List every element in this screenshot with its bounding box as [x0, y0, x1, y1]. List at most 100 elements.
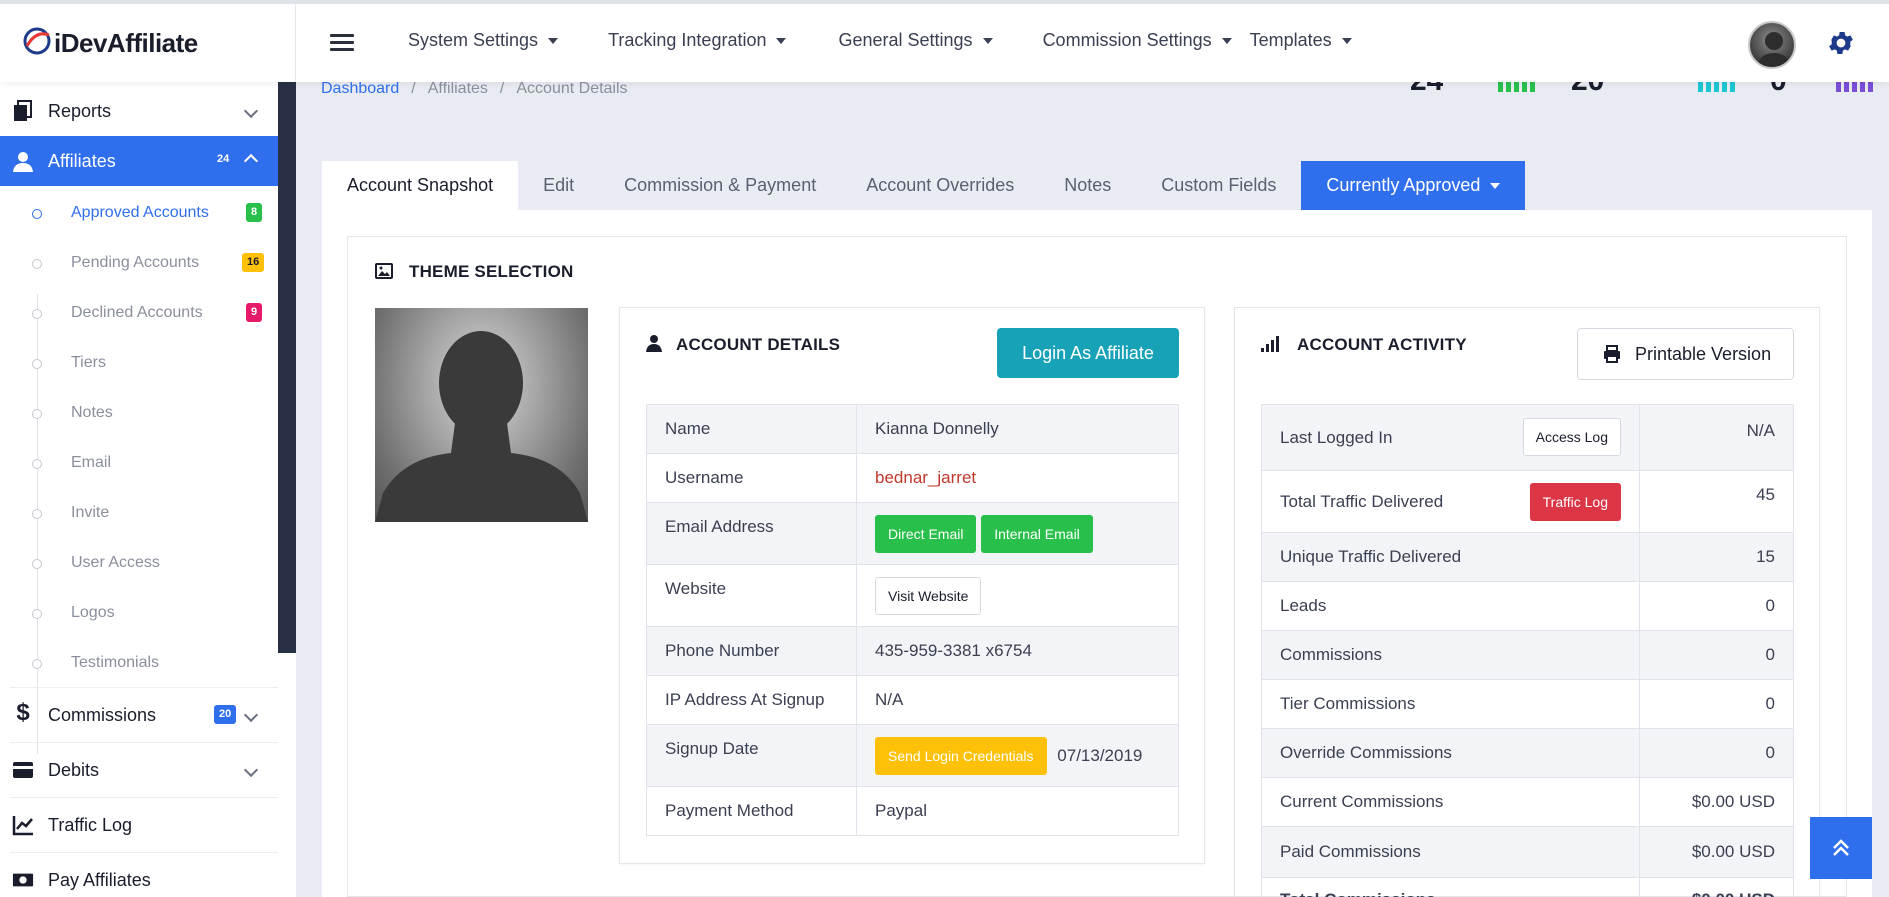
credit-card-icon	[13, 762, 33, 778]
tab-notes[interactable]: Notes	[1039, 161, 1136, 210]
traffic-log-button[interactable]: Traffic Log	[1529, 483, 1621, 521]
login-as-affiliate-button[interactable]: Login As Affiliate	[997, 328, 1179, 378]
bullet-icon	[32, 259, 42, 269]
current-commissions-label: Current Commissions	[1261, 777, 1640, 827]
sidebar-sub-label: Email	[71, 454, 112, 471]
total-traffic-label: Total Traffic Delivered	[1280, 491, 1444, 511]
gear-icon[interactable]	[1826, 28, 1856, 58]
caret-down-icon	[1490, 182, 1501, 189]
last-logged-cell: Last Logged In Access Log	[1261, 404, 1640, 471]
nav-commission-settings[interactable]: Commission Settings	[1043, 30, 1232, 51]
caret-down-icon	[982, 37, 993, 44]
visit-website-button[interactable]: Visit Website	[875, 576, 982, 615]
tab-account-snapshot[interactable]: Account Snapshot	[322, 161, 519, 210]
ip-value: N/A	[856, 675, 1179, 725]
breadcrumb-separator: /	[411, 80, 416, 97]
total-traffic-cell: Total Traffic Delivered Traffic Log	[1261, 470, 1640, 533]
sidebar-edge	[278, 82, 296, 653]
table-row: Email Address Direct Email Internal Emai…	[646, 502, 1179, 565]
caret-down-icon	[548, 37, 559, 44]
tab-commission-payment[interactable]: Commission & Payment	[599, 161, 841, 210]
line-chart-icon	[12, 816, 33, 836]
sidebar-item-label: Traffic Log	[48, 814, 133, 835]
nav-label: Tracking Integration	[608, 30, 767, 50]
sidebar-sub-label: User Access	[71, 554, 160, 571]
chevron-down-icon	[243, 762, 259, 778]
bullet-icon	[32, 309, 42, 319]
breadcrumb-affiliates[interactable]: Affiliates	[428, 80, 488, 98]
total-traffic-value: 45	[1639, 470, 1794, 533]
account-details-title: ACCOUNT DETAILS	[676, 335, 841, 354]
sidebar-item-debits[interactable]: Debits	[0, 743, 278, 797]
tab-edit[interactable]: Edit	[518, 161, 599, 210]
sidebar-sub-declined-accounts[interactable]: Declined Accounts 9	[0, 289, 278, 339]
status-label: Currently Approved	[1326, 175, 1481, 195]
scroll-to-top-button[interactable]	[1810, 817, 1872, 879]
sidebar-item-affiliates[interactable]: Affiliates 24	[0, 136, 278, 186]
status-dropdown-button[interactable]: Currently Approved	[1301, 161, 1526, 210]
sidebar-sub-invite[interactable]: Invite	[0, 489, 278, 539]
nav-label: Templates	[1249, 30, 1332, 50]
nav-templates[interactable]: Templates	[1250, 30, 1352, 51]
breadcrumb-dashboard-link[interactable]: Dashboard	[321, 80, 399, 98]
sidebar-item-commissions[interactable]: $ Commissions 20	[0, 688, 278, 742]
sidebar-sub-label: Tiers	[71, 354, 106, 371]
username-label: Username	[646, 453, 857, 503]
top-navigation: System Settings Tracking Integration Gen…	[408, 30, 1352, 51]
commissions-label: Commissions	[1261, 630, 1640, 680]
bullet-icon	[32, 609, 42, 619]
sidebar-sub-user-access[interactable]: User Access	[0, 539, 278, 589]
bullet-icon	[32, 209, 42, 219]
sidebar-sub-logos[interactable]: Logos	[0, 589, 278, 639]
user-icon	[646, 335, 662, 352]
menu-toggle-icon[interactable]	[330, 34, 354, 52]
sidebar-sub-testimonials[interactable]: Testimonials	[0, 639, 278, 689]
sidebar-sub-tiers[interactable]: Tiers	[0, 339, 278, 389]
declined-count-badge: 9	[246, 303, 263, 322]
tier-commissions-label: Tier Commissions	[1261, 679, 1640, 729]
sidebar-item-label: Pay Affiliates	[48, 869, 151, 890]
sidebar-sub-label: Approved Accounts	[71, 204, 209, 221]
leads-label: Leads	[1261, 581, 1640, 631]
nav-system-settings[interactable]: System Settings	[408, 30, 559, 51]
bullet-icon	[32, 659, 42, 669]
account-activity-table: Last Logged In Access Log N/A Total Traf…	[1261, 404, 1794, 897]
printable-version-label: Printable Version	[1635, 343, 1772, 364]
sidebar-sub-approved-accounts[interactable]: Approved Accounts 8	[0, 189, 278, 239]
payment-method-label: Payment Method	[646, 786, 857, 836]
chevron-up-icon	[243, 153, 259, 169]
table-row: Commissions 0	[1261, 630, 1794, 680]
chevron-down-icon	[243, 707, 259, 723]
table-row: Current Commissions $0.00 USD	[1261, 777, 1794, 827]
nav-general-settings[interactable]: General Settings	[838, 30, 993, 51]
sidebar-sub-email[interactable]: Email	[0, 439, 278, 489]
nav-tracking-integration[interactable]: Tracking Integration	[608, 30, 787, 51]
breadcrumb-current: Account Details	[516, 80, 628, 97]
table-row: Phone Number 435-959-3381 x6754	[646, 626, 1179, 676]
user-avatar[interactable]	[1748, 21, 1796, 69]
bullet-icon	[32, 409, 42, 419]
access-log-button[interactable]: Access Log	[1522, 418, 1621, 456]
name-value: Kianna Donnelly	[856, 404, 1179, 454]
sidebar-sub-notes[interactable]: Notes	[0, 389, 278, 439]
tab-account-overrides[interactable]: Account Overrides	[841, 161, 1039, 210]
email-actions: Direct Email Internal Email	[856, 502, 1179, 565]
sidebar-item-pay-affiliates[interactable]: Pay Affiliates	[0, 853, 278, 897]
affiliates-count-badge: 24	[217, 153, 230, 165]
sidebar-item-reports[interactable]: Reports	[0, 86, 278, 136]
tab-custom-fields[interactable]: Custom Fields	[1136, 161, 1301, 210]
total-commissions-value: $0.00 USD	[1639, 877, 1794, 897]
internal-email-button[interactable]: Internal Email	[981, 514, 1093, 553]
logo-text[interactable]: iDevAffiliate	[54, 28, 198, 59]
sidebar: Reports Affiliates 24 Approved Accounts …	[0, 82, 278, 897]
bullet-icon	[32, 359, 42, 369]
direct-email-button[interactable]: Direct Email	[875, 514, 977, 553]
sidebar-item-traffic-log[interactable]: Traffic Log	[0, 798, 278, 852]
sidebar-item-label: Affiliates	[48, 150, 116, 171]
printer-icon	[1604, 345, 1620, 363]
printable-version-button[interactable]: Printable Version	[1577, 328, 1794, 380]
name-label: Name	[646, 404, 857, 454]
table-row: Username bednar_jarret	[646, 453, 1179, 503]
send-login-credentials-button[interactable]: Send Login Credentials	[875, 736, 1047, 775]
sidebar-sub-pending-accounts[interactable]: Pending Accounts 16	[0, 239, 278, 289]
